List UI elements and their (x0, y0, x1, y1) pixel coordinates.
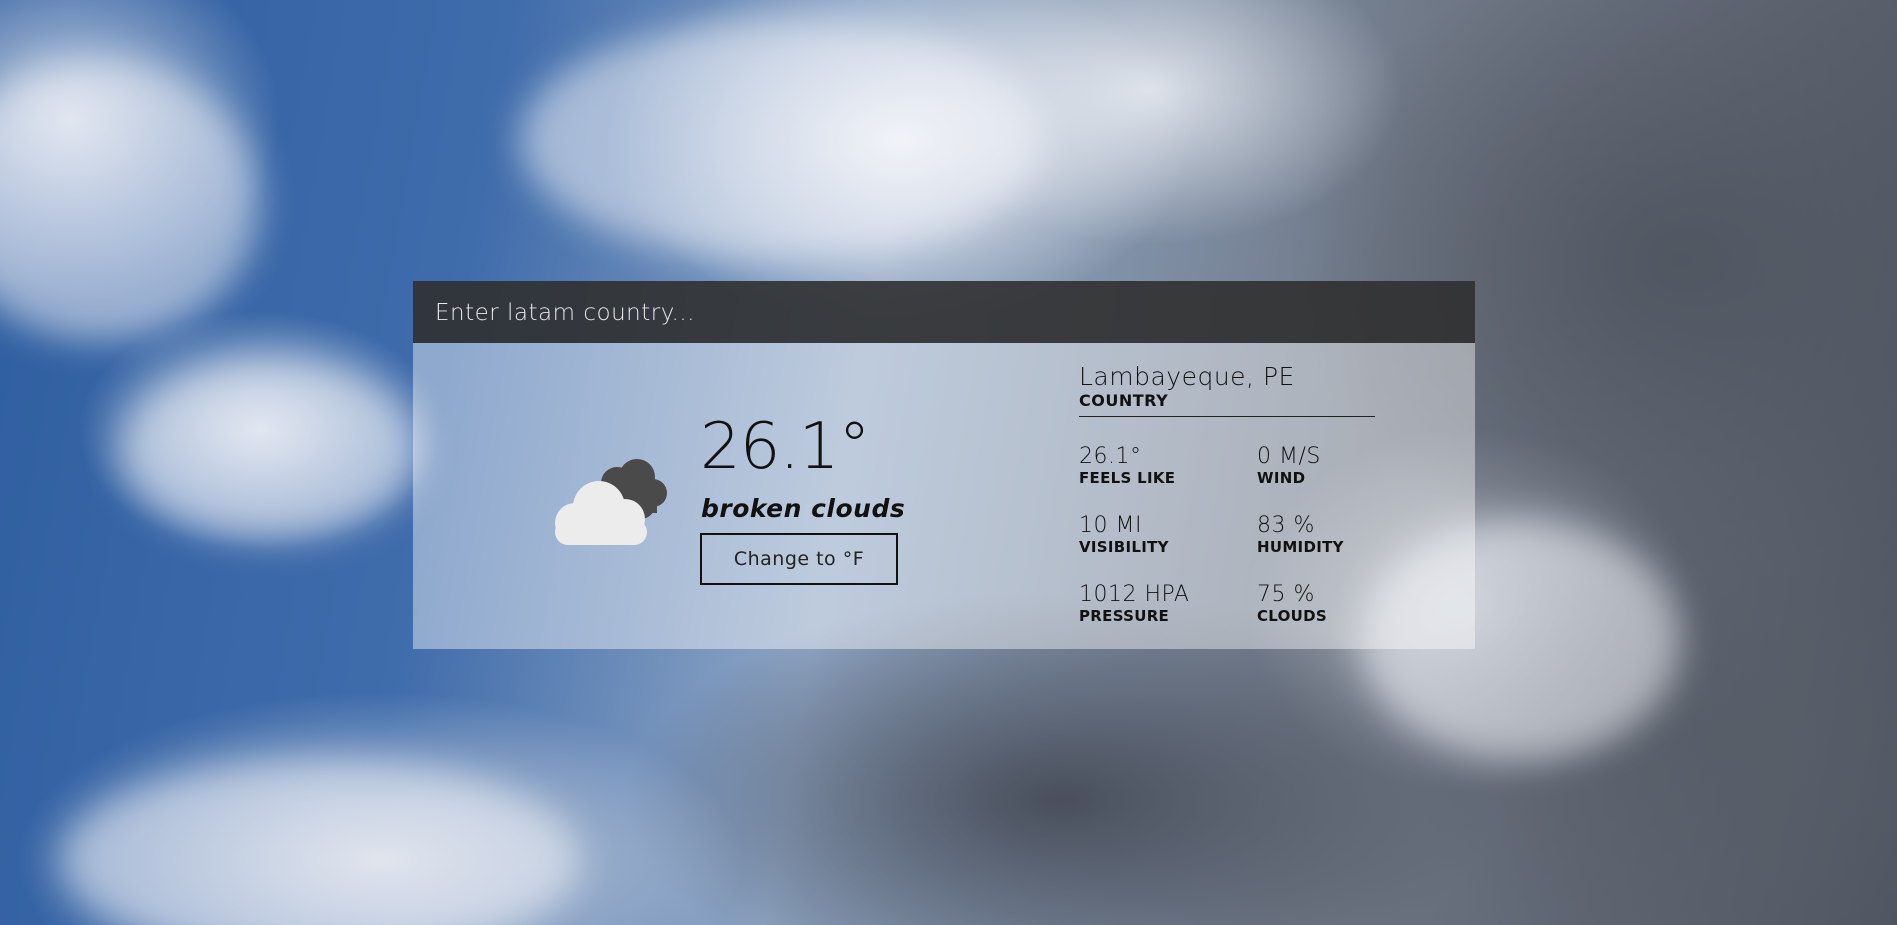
stat-value: 1012 HPA (1079, 582, 1190, 607)
background-cloud (120, 360, 420, 540)
change-unit-button[interactable]: Change to °F (700, 533, 898, 585)
weather-card: 26.1° broken clouds Change to °F Lambaye… (413, 281, 1475, 649)
stat-value: 83 % (1257, 513, 1315, 538)
stat-label: CLOUDS (1257, 607, 1328, 626)
stat-label: WIND (1257, 469, 1306, 488)
search-bar (413, 281, 1475, 343)
stat-visibility: 10 MI VISIBILITY (1079, 513, 1229, 557)
stat-value: 0 M/S (1257, 444, 1321, 469)
background-cloud (60, 760, 580, 925)
stat-pressure: 1012 HPA PRESSURE (1079, 582, 1229, 626)
location-block: Lambayeque, PE COUNTRY (1079, 363, 1375, 417)
stat-value: 10 MI (1079, 513, 1142, 538)
stat-wind: 0 M/S WIND (1257, 444, 1407, 488)
stat-value: 75 % (1257, 582, 1315, 607)
background-cloud (520, 20, 1040, 260)
country-search-input[interactable] (433, 293, 1457, 333)
stat-value: 26.1° (1079, 444, 1142, 469)
stat-label: VISIBILITY (1079, 538, 1169, 557)
current-temperature: 26.1° (700, 410, 870, 484)
stat-label: FEELS LIKE (1079, 469, 1176, 488)
stat-feels-like: 26.1° FEELS LIKE (1079, 444, 1229, 488)
stat-clouds: 75 % CLOUDS (1257, 582, 1407, 626)
weather-description: broken clouds (701, 494, 906, 523)
background-cloud (0, 60, 260, 340)
location-label: COUNTRY (1079, 391, 1375, 417)
broken-clouds-icon (541, 453, 681, 553)
location-name: Lambayeque, PE (1079, 362, 1295, 391)
stat-humidity: 83 % HUMIDITY (1257, 513, 1407, 557)
stat-label: PRESSURE (1079, 607, 1170, 626)
stat-label: HUMIDITY (1257, 538, 1344, 557)
